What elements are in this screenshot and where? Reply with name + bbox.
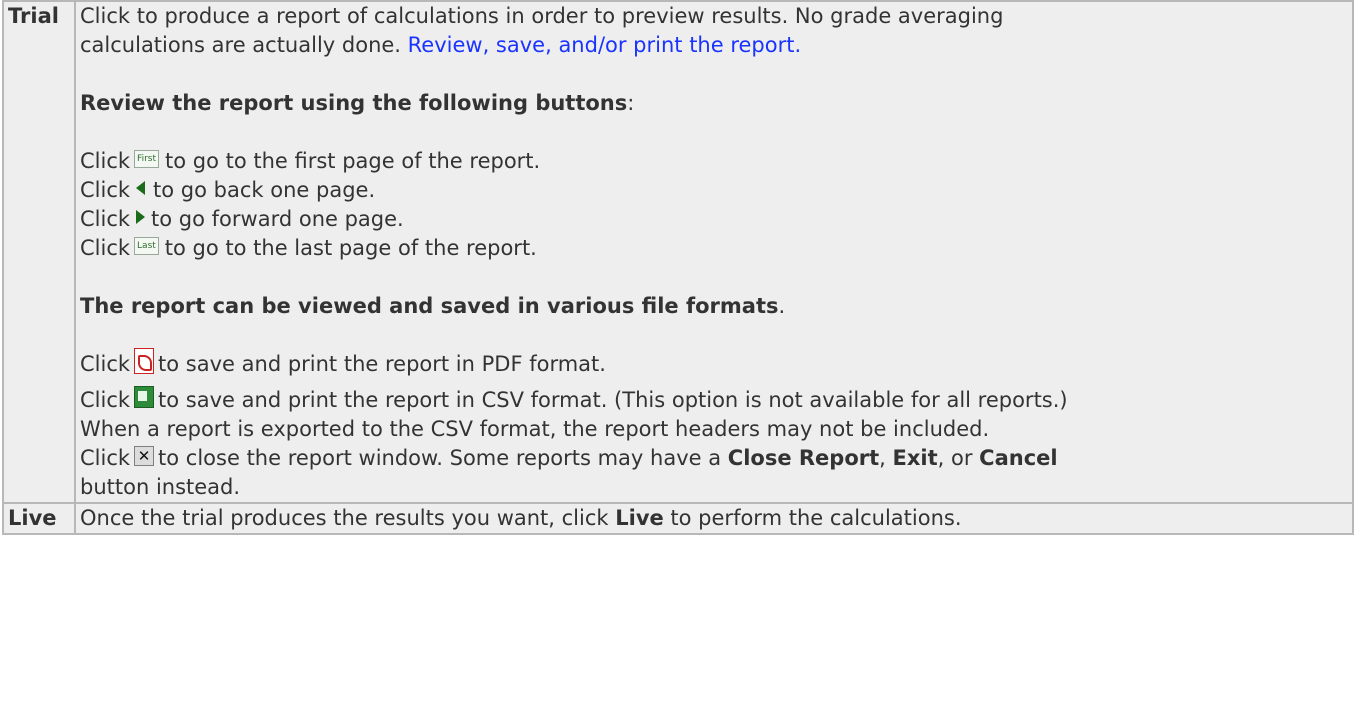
click-word: Click — [80, 446, 131, 470]
options-table: Trial Click to produce a report of calcu… — [2, 0, 1354, 535]
review-heading-colon: : — [627, 91, 635, 115]
click-word: Click — [80, 207, 131, 231]
formats-heading: The report can be viewed and saved in va… — [80, 292, 1346, 321]
table-row-trial: Trial Click to produce a report of calcu… — [2, 0, 1354, 504]
close-text: to close the report window. Some reports… — [158, 446, 728, 470]
live-bold: Live — [615, 506, 664, 530]
nav-line-back: Click to go back one page. — [80, 176, 1346, 205]
nav-line-last: Click Last to go to the last page of the r… — [80, 234, 1346, 263]
formats-heading-text: The report can be viewed and saved in va… — [80, 294, 779, 318]
intro-line-2: calculations are actually done. Review, … — [80, 31, 1346, 60]
row-label-trial: Trial — [2, 0, 76, 504]
or-text: , or — [937, 446, 980, 470]
live-text-before: Once the trial produces the results you … — [80, 506, 616, 530]
click-word: Click — [80, 236, 131, 260]
csv-note: When a report is exported to the CSV for… — [80, 417, 990, 441]
nav-first-text: to go to the first page of the report. — [165, 149, 541, 173]
csv-icon[interactable] — [134, 386, 155, 408]
close-line: Click ✕ to close the report window. Some r… — [80, 444, 1346, 473]
nav-back-text: to go back one page. — [153, 178, 376, 202]
close-report-label: Close Report — [727, 446, 880, 470]
formats-heading-period: . — [778, 294, 786, 318]
intro-text-2: calculations are actually done. — [80, 33, 408, 57]
nav-line-forward: Click to go forward one page. — [80, 205, 1346, 234]
live-description: Once the trial produces the results you … — [74, 502, 1354, 535]
exit-label: Exit — [892, 446, 938, 470]
row-label-live: Live — [2, 502, 76, 535]
click-word: Click — [80, 178, 131, 202]
table-row-live: Live Once the trial produces the results… — [2, 502, 1354, 535]
csv-line: Click to save and print the report in CSV… — [80, 386, 1346, 415]
nav-last-text: to go to the last page of the report. — [164, 236, 537, 260]
first-page-icon[interactable]: First — [134, 150, 159, 168]
review-heading: Review the report using the following bu… — [80, 89, 1346, 118]
click-word: Click — [80, 149, 131, 173]
pdf-line: Click to save and print the report in PDF… — [80, 348, 1346, 379]
close-icon[interactable]: ✕ — [134, 446, 155, 466]
nav-forward-text: to go forward one page. — [151, 207, 404, 231]
previous-page-icon[interactable] — [136, 181, 146, 195]
pdf-text: to save and print the report in PDF form… — [158, 352, 606, 376]
click-word: Click — [80, 388, 131, 412]
trial-description: Click to produce a report of calculation… — [74, 0, 1354, 504]
click-word: Click — [80, 352, 131, 376]
pdf-icon[interactable] — [134, 348, 155, 374]
review-report-link[interactable]: Review, save, and/or print the report. — [408, 33, 802, 57]
comma: , — [879, 446, 893, 470]
live-line: Once the trial produces the results you … — [80, 504, 1346, 533]
csv-text: to save and print the report in CSV form… — [158, 388, 1068, 412]
live-text-after: to perform the calculations. — [663, 506, 962, 530]
close-end: button instead. — [80, 475, 241, 499]
last-page-icon[interactable]: Last — [134, 237, 159, 255]
cancel-label: Cancel — [979, 446, 1058, 470]
review-heading-text: Review the report using the following bu… — [80, 91, 628, 115]
next-page-icon[interactable] — [136, 210, 146, 224]
nav-line-first: Click First to go to the first page of the… — [80, 147, 1346, 176]
intro-line: Click to produce a report of calculation… — [80, 4, 1004, 28]
